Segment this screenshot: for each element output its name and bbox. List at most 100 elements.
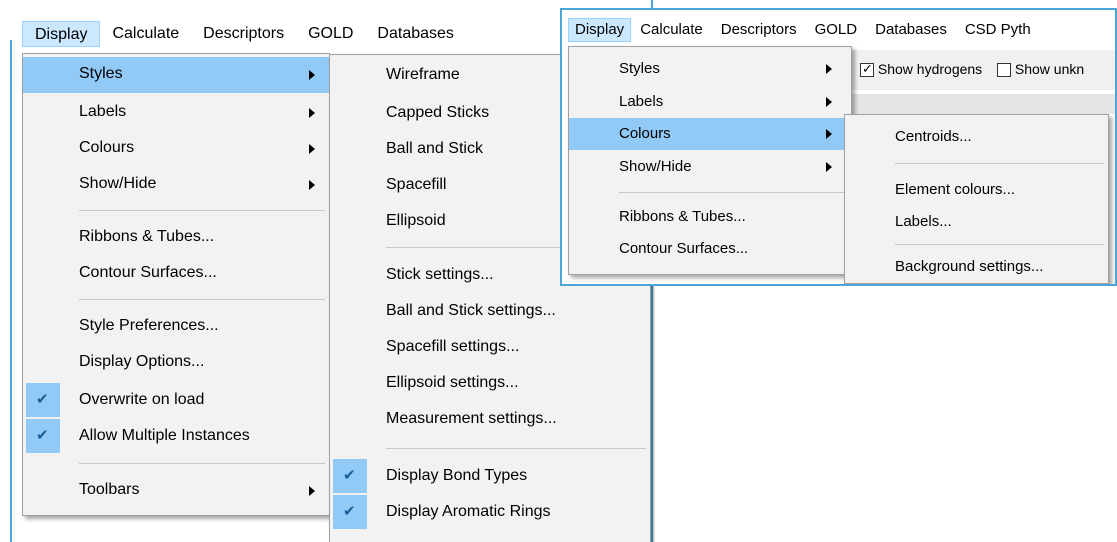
checkmark-icon: ✔ — [36, 427, 49, 444]
checkmark-icon: ✔ — [343, 503, 356, 520]
menu-item-ribbons-tubes[interactable]: Ribbons & Tubes... — [23, 220, 329, 256]
menu-separator — [895, 244, 1104, 245]
menu-item-style-preferences[interactable]: Style Preferences... — [23, 309, 329, 345]
menu-item-label: Style Preferences... — [79, 317, 219, 334]
submenu-item-display-aromatic-rings[interactable]: ✔ Display Aromatic Rings — [330, 495, 650, 531]
menu-item-label: Display Bond Types — [386, 467, 528, 484]
menubar: Display Calculate Descriptors GOLD Datab… — [568, 15, 1040, 45]
menu-csd-python[interactable]: CSD Pyth — [956, 17, 1040, 43]
menu-item-label: Ball and Stick settings... — [386, 302, 556, 319]
menu-item-label: Show/Hide — [79, 175, 157, 192]
menu-item-label: Ellipsoid settings... — [386, 374, 519, 391]
menu-item-label: Ribbons & Tubes... — [619, 208, 746, 225]
menu-item-ribbons-tubes[interactable]: Ribbons & Tubes... — [569, 201, 851, 233]
menu-item-label: Contour Surfaces... — [619, 240, 749, 257]
menu-item-show-hide[interactable]: Show/Hide — [569, 151, 851, 183]
submenu-item-labels[interactable]: Labels... — [845, 207, 1108, 241]
checkmark-icon: ✔ — [36, 391, 49, 408]
toolbar: Show hydrogens Show unkn — [842, 50, 1115, 90]
menu-item-label: Spacefill — [386, 176, 447, 193]
menu-item-label: Allow Multiple Instances — [79, 427, 250, 444]
menu-item-contour-surfaces[interactable]: Contour Surfaces... — [569, 233, 851, 265]
menu-gold[interactable]: GOLD — [296, 21, 365, 47]
submenu-arrow-icon — [309, 486, 315, 496]
submenu-item-ball-and-stick-settings[interactable]: Ball and Stick settings... — [330, 294, 650, 330]
submenu-item-centroids[interactable]: Centroids... — [845, 120, 1108, 154]
menu-item-label: Contour Surfaces... — [79, 264, 217, 281]
menu-item-toolbars[interactable]: Toolbars — [23, 473, 329, 509]
show-unknown-label: Show unkn — [1014, 61, 1085, 77]
menu-item-label: Capped Sticks — [386, 104, 490, 121]
submenu-item-spacefill-settings[interactable]: Spacefill settings... — [330, 330, 650, 366]
menu-item-contour-surfaces[interactable]: Contour Surfaces... — [23, 256, 329, 292]
menu-item-label: Element colours... — [895, 181, 1016, 198]
submenu-arrow-icon — [309, 70, 315, 80]
right-screenshot: Display Calculate Descriptors GOLD Datab… — [560, 8, 1117, 286]
menu-item-styles[interactable]: Styles — [569, 53, 851, 85]
menu-databases[interactable]: Databases — [866, 17, 956, 43]
checkbox-unchecked-icon — [997, 63, 1011, 78]
menu-item-label: Ball and Stick — [386, 140, 483, 157]
menu-item-label: Display Options... — [79, 353, 205, 370]
toolbar-row — [842, 94, 1115, 114]
menu-item-label: Ribbons & Tubes... — [79, 228, 215, 245]
menu-item-label: Display Aromatic Rings — [386, 503, 551, 520]
checkmark-icon: ✔ — [343, 467, 356, 484]
menu-item-label: Colours — [619, 125, 671, 142]
menu-item-label: Labels — [79, 103, 127, 120]
menu-databases[interactable]: Databases — [365, 21, 466, 47]
submenu-arrow-icon — [826, 162, 832, 172]
submenu-item-display-bond-types[interactable]: ✔ Display Bond Types — [330, 459, 650, 495]
left-screenshot: Display Calculate Descriptors GOLD Datab… — [0, 0, 655, 542]
menu-item-labels[interactable]: Labels — [569, 86, 851, 118]
menu-descriptors[interactable]: Descriptors — [712, 17, 806, 43]
menu-item-label: Measurement settings... — [386, 410, 557, 427]
show-hydrogens-checkbox[interactable]: Show hydrogens — [860, 61, 983, 78]
menu-item-allow-multiple-instances[interactable]: ✔ Allow Multiple Instances — [23, 419, 329, 455]
menu-display[interactable]: Display — [568, 18, 632, 42]
menu-calculate[interactable]: Calculate — [100, 21, 191, 47]
menu-separator — [79, 463, 325, 464]
menu-item-label: Toolbars — [79, 481, 140, 498]
menu-item-label: Spacefill settings... — [386, 338, 520, 355]
show-unknown-checkbox[interactable]: Show unkn — [997, 61, 1085, 78]
show-hydrogens-label: Show hydrogens — [877, 61, 983, 77]
menu-item-show-hide[interactable]: Show/Hide — [23, 167, 329, 203]
menu-item-colours[interactable]: Colours — [23, 131, 329, 167]
submenu-item-ellipsoid-settings[interactable]: Ellipsoid settings... — [330, 366, 650, 402]
menubar: Display Calculate Descriptors GOLD Datab… — [22, 17, 466, 51]
menu-item-label: Labels... — [895, 213, 952, 230]
menu-item-label: Wireframe — [386, 66, 460, 83]
menu-separator — [895, 163, 1104, 164]
window-border-left — [10, 40, 12, 542]
menu-gold[interactable]: GOLD — [806, 17, 867, 43]
checkbox-checked-icon — [860, 61, 874, 78]
menu-item-label: Stick settings... — [386, 266, 494, 283]
menu-separator — [386, 448, 646, 449]
submenu-item-element-colours[interactable]: Element colours... — [845, 173, 1108, 207]
menu-item-colours[interactable]: Colours — [569, 118, 851, 150]
display-menu: Styles Labels Colours Show/Hide Ribbons … — [568, 46, 852, 275]
submenu-arrow-icon — [309, 180, 315, 190]
menu-item-label: Styles — [79, 65, 123, 82]
menu-calculate[interactable]: Calculate — [631, 17, 712, 43]
menu-item-labels[interactable]: Labels — [23, 95, 329, 131]
menu-separator — [79, 210, 325, 211]
submenu-item-measurement-settings[interactable]: Measurement settings... — [330, 402, 650, 438]
menu-display[interactable]: Display — [22, 21, 101, 47]
submenu-arrow-icon — [309, 108, 315, 118]
menu-item-overwrite-on-load[interactable]: ✔ Overwrite on load — [23, 383, 329, 419]
menu-item-label: Styles — [619, 60, 660, 77]
menu-descriptors[interactable]: Descriptors — [191, 21, 296, 47]
menu-item-label: Ellipsoid — [386, 212, 446, 229]
menu-item-styles[interactable]: Styles — [23, 57, 329, 93]
menu-item-label: Overwrite on load — [79, 391, 205, 408]
display-menu: Styles Labels Colours Show/Hide Ribbons … — [22, 53, 330, 516]
submenu-item-background-settings[interactable]: Background settings... — [845, 252, 1108, 282]
submenu-arrow-icon — [309, 144, 315, 154]
menu-item-label: Labels — [619, 93, 664, 110]
menu-item-display-options[interactable]: Display Options... — [23, 345, 329, 381]
submenu-arrow-icon — [826, 64, 832, 74]
submenu-arrow-icon — [826, 129, 832, 139]
submenu-arrow-icon — [826, 97, 832, 107]
